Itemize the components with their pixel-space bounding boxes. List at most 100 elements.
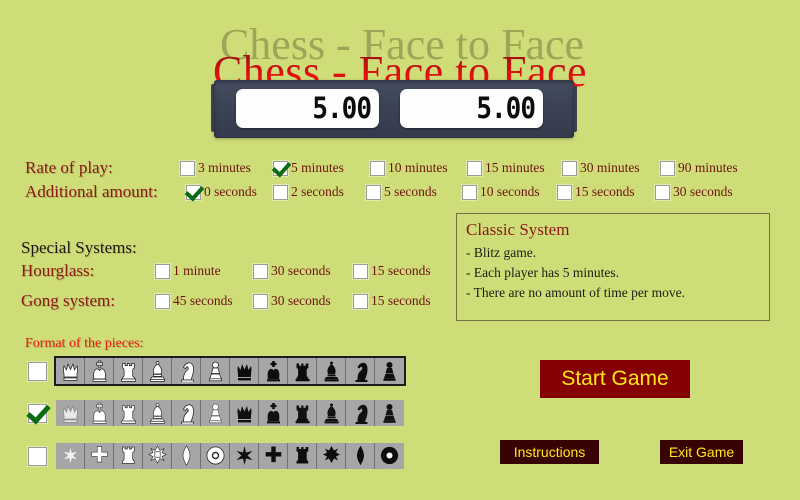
hourglass-option-0[interactable]: 1 minute <box>155 263 253 279</box>
chess-clock: 5.00 5.00 <box>211 80 577 138</box>
piece-cell-white-bishop-outline <box>143 400 172 426</box>
piece-set-checkbox-1[interactable] <box>28 403 47 423</box>
piece-cell-black-star <box>230 443 259 469</box>
rate-of-play-label: Rate of play: <box>25 158 113 177</box>
gong-checkbox-1[interactable] <box>253 293 268 309</box>
hourglass-checkbox-1[interactable] <box>253 263 268 279</box>
hourglass-checkbox-2[interactable] <box>353 263 368 279</box>
hourglass-option-label-0: 1 minute <box>173 263 221 278</box>
piece-set-row-0[interactable] <box>28 356 406 386</box>
piece-cell-white-disc <box>201 443 230 469</box>
additional-amount-option-3[interactable]: 10 seconds <box>462 184 557 200</box>
piece-cell-black-cross <box>259 443 288 469</box>
gong-label: Gong system: <box>21 291 115 310</box>
piece-set-strip-0[interactable] <box>54 356 406 386</box>
piece-cell-black-queen <box>230 358 259 384</box>
rate-of-play-checkbox-5[interactable] <box>660 160 675 176</box>
rate-of-play-option-3[interactable]: 15 minutes <box>467 160 562 176</box>
piece-set-row-1[interactable] <box>28 400 404 426</box>
piece-cell-black-pawn <box>375 358 404 384</box>
piece-cell-white-diamond-cross <box>143 443 172 469</box>
piece-cell-black-knight-outline <box>346 400 375 426</box>
hourglass-label: Hourglass: <box>21 261 95 280</box>
piece-cell-white-bishop <box>143 358 172 384</box>
additional-amount-option-4[interactable]: 15 seconds <box>557 184 655 200</box>
rate-of-play-option-label-4: 30 minutes <box>580 160 640 175</box>
hourglass-option-label-2: 15 seconds <box>371 263 431 278</box>
clock-time-right: 5.00 <box>476 91 536 126</box>
gong-option-label-2: 15 seconds <box>371 293 431 308</box>
rate-of-play-option-label-0: 3 minutes <box>198 160 251 175</box>
rate-of-play-option-label-2: 10 minutes <box>388 160 448 175</box>
rate-of-play-option-5[interactable]: 90 minutes <box>660 160 738 176</box>
hourglass-row: Hourglass: 1 minute 30 seconds 15 second… <box>21 261 431 281</box>
additional-amount-option-label-1: 2 seconds <box>291 184 344 199</box>
piece-cell-black-diamond <box>346 443 375 469</box>
gong-checkbox-0[interactable] <box>155 293 170 309</box>
additional-amount-checkbox-4[interactable] <box>557 184 572 200</box>
rate-of-play-checkbox-4[interactable] <box>562 160 577 176</box>
additional-amount-option-1[interactable]: 2 seconds <box>273 184 366 200</box>
additional-amount-checkbox-5[interactable] <box>655 184 670 200</box>
rate-of-play-option-1[interactable]: 5 minutes <box>273 160 370 176</box>
additional-amount-row: Additional amount: 0 seconds 2 seconds 5… <box>25 182 733 202</box>
piece-cell-white-cross <box>85 443 114 469</box>
rate-of-play-option-2[interactable]: 10 minutes <box>370 160 467 176</box>
piece-cell-black-diamond-cross <box>317 443 346 469</box>
piece-cell-black-pawn-outline <box>375 400 404 426</box>
gong-option-1[interactable]: 30 seconds <box>253 293 353 309</box>
piece-cell-black-king-outline <box>259 400 288 426</box>
info-panel-line-0: - Blitz game. <box>466 245 537 260</box>
rate-of-play-checkbox-3[interactable] <box>467 160 482 176</box>
gong-option-label-1: 30 seconds <box>271 293 331 308</box>
additional-amount-option-label-0: 0 seconds <box>204 184 257 199</box>
additional-amount-option-label-5: 30 seconds <box>673 184 733 199</box>
gong-option-2[interactable]: 15 seconds <box>353 293 431 309</box>
start-game-button[interactable]: Start Game <box>540 360 690 398</box>
additional-amount-checkbox-0[interactable] <box>186 184 201 200</box>
info-panel-line-2: - There are no amount of time per move. <box>466 285 686 300</box>
hourglass-option-label-1: 30 seconds <box>271 263 331 278</box>
piece-cell-white-queen-outline <box>56 400 85 426</box>
piece-cell-black-queen-outline <box>230 400 259 426</box>
gong-option-0[interactable]: 45 seconds <box>155 293 253 309</box>
piece-cell-white-pawn <box>201 358 230 384</box>
hourglass-checkbox-0[interactable] <box>155 263 170 279</box>
piece-cell-black-disc <box>375 443 404 469</box>
piece-set-checkbox-2[interactable] <box>28 446 47 466</box>
additional-amount-option-label-2: 5 seconds <box>384 184 437 199</box>
rate-of-play-option-0[interactable]: 3 minutes <box>180 160 273 176</box>
piece-cell-white-king-outline <box>85 400 114 426</box>
piece-format-label: Format of the pieces: <box>25 336 144 351</box>
rate-of-play-checkbox-1[interactable] <box>273 160 288 176</box>
piece-set-strip-2[interactable] <box>56 443 404 469</box>
instructions-button[interactable]: Instructions <box>500 440 599 464</box>
additional-amount-option-label-4: 15 seconds <box>575 184 635 199</box>
additional-amount-option-2[interactable]: 5 seconds <box>366 184 462 200</box>
additional-amount-option-label-3: 10 seconds <box>480 184 540 199</box>
piece-set-row-2[interactable] <box>28 443 404 469</box>
rate-of-play-checkbox-2[interactable] <box>370 160 385 176</box>
exit-game-button[interactable]: Exit Game <box>660 440 743 464</box>
piece-cell-white-star <box>56 443 85 469</box>
additional-amount-checkbox-2[interactable] <box>366 184 381 200</box>
piece-cell-black-king <box>259 358 288 384</box>
hourglass-option-1[interactable]: 30 seconds <box>253 263 353 279</box>
gong-checkbox-2[interactable] <box>353 293 368 309</box>
additional-amount-checkbox-1[interactable] <box>273 184 288 200</box>
additional-amount-option-0[interactable]: 0 seconds <box>186 184 273 200</box>
piece-cell-black-tower <box>288 443 317 469</box>
piece-set-checkbox-0[interactable] <box>28 361 47 381</box>
additional-amount-checkbox-3[interactable] <box>462 184 477 200</box>
clock-display-right: 5.00 <box>400 89 543 128</box>
rate-of-play-option-4[interactable]: 30 minutes <box>562 160 660 176</box>
piece-set-strip-1[interactable] <box>56 400 404 426</box>
additional-amount-label: Additional amount: <box>25 182 158 201</box>
additional-amount-option-5[interactable]: 30 seconds <box>655 184 733 200</box>
info-panel: Classic System - Blitz game. - Each play… <box>456 213 770 321</box>
gong-row: Gong system: 45 seconds 30 seconds 15 se… <box>21 291 431 311</box>
rate-of-play-option-label-5: 90 minutes <box>678 160 738 175</box>
rate-of-play-checkbox-0[interactable] <box>180 160 195 176</box>
rate-of-play-option-label-1: 5 minutes <box>291 160 344 175</box>
hourglass-option-2[interactable]: 15 seconds <box>353 263 431 279</box>
